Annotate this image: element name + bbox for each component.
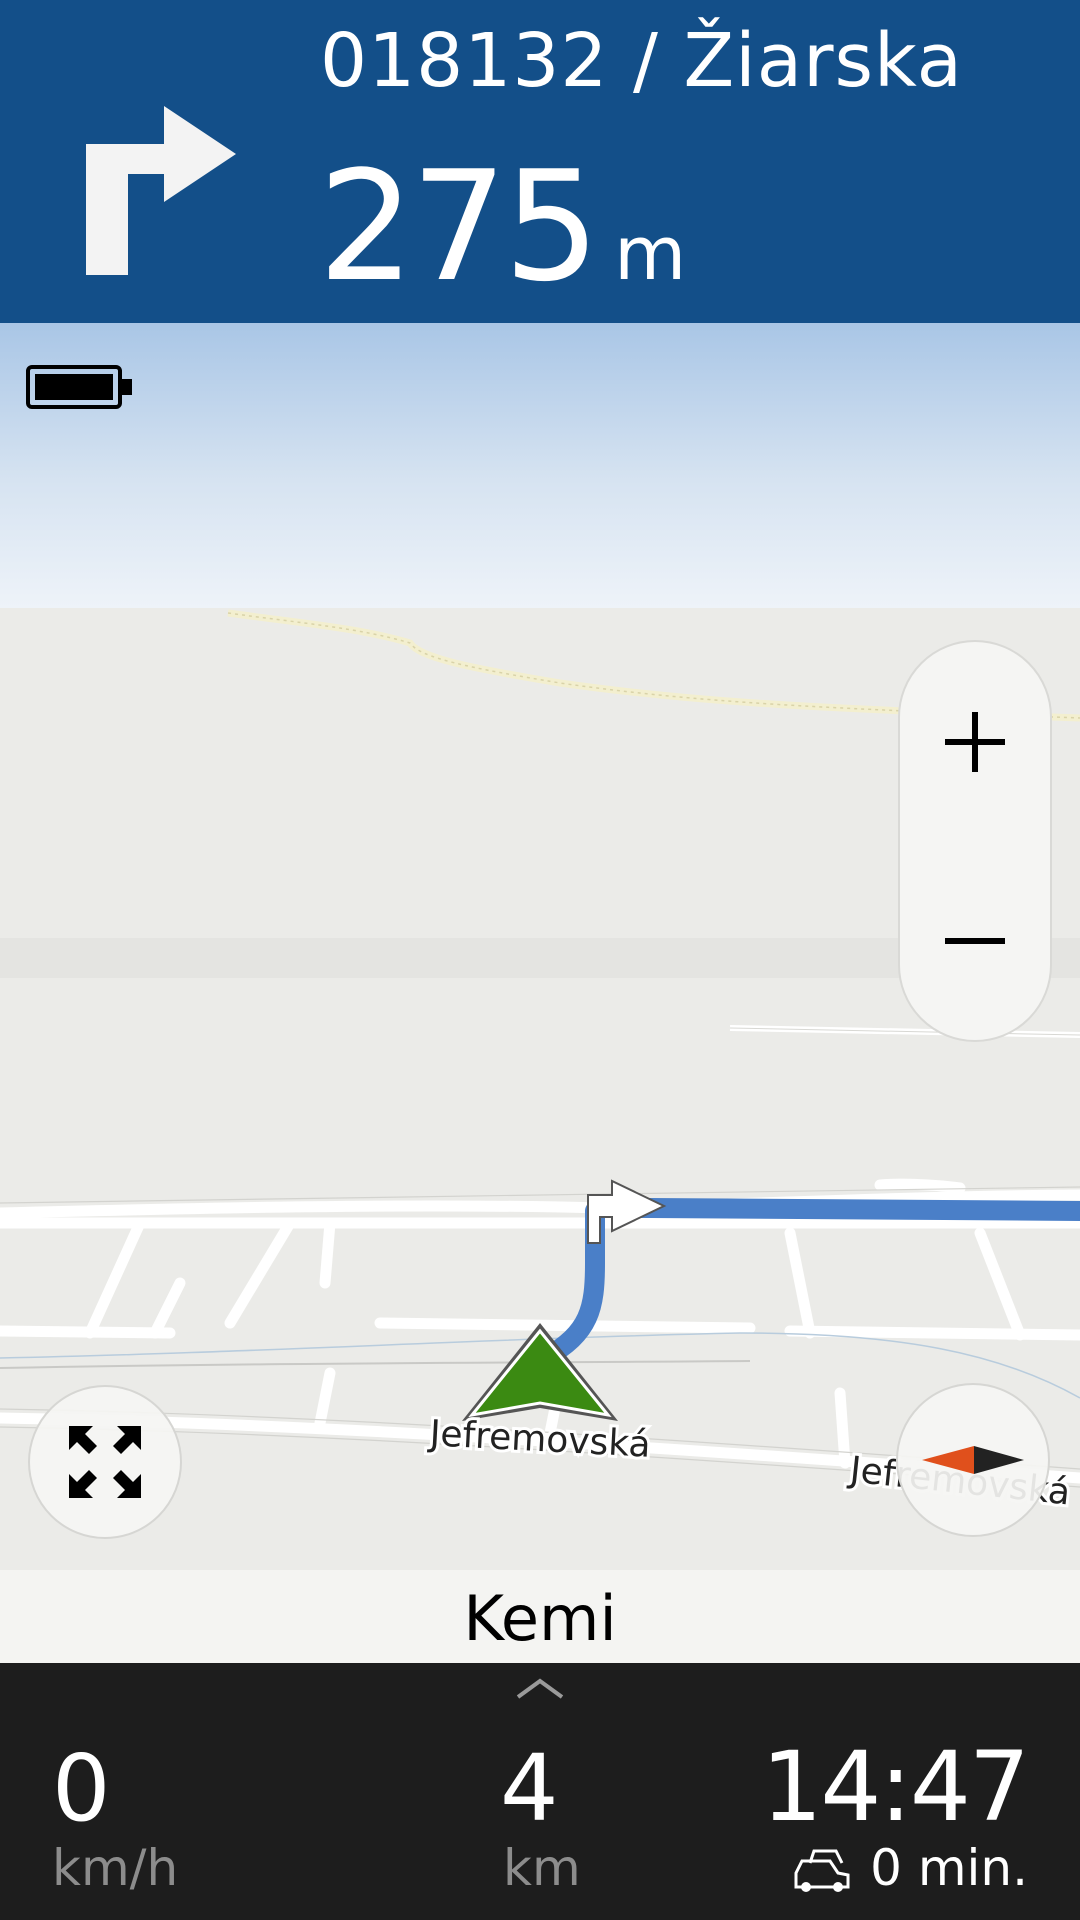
compass-button[interactable] — [896, 1383, 1050, 1537]
remaining-distance-value: 4 — [500, 1735, 559, 1842]
maneuver-flag-icon — [587, 1179, 667, 1244]
remaining-distance-unit: km — [503, 1839, 581, 1897]
trip-info-bar[interactable]: 0 km/h 4 km 14:47 0 min. — [0, 1663, 1080, 1920]
chevron-up-icon[interactable] — [514, 1677, 566, 1701]
plus-icon — [945, 711, 1005, 772]
arrival-time: 14:47 — [761, 1731, 1030, 1843]
distance-unit: m — [614, 211, 687, 297]
traffic-delay: 0 min. — [792, 1839, 1028, 1897]
minus-icon — [945, 937, 1005, 944]
turn-right-icon — [86, 106, 236, 275]
fullscreen-button[interactable] — [28, 1385, 182, 1539]
zoom-out-button[interactable] — [900, 841, 1050, 1040]
speed-unit: km/h — [52, 1839, 179, 1897]
traffic-cars-icon — [794, 1849, 850, 1892]
instruction-panel[interactable]: 018132 / Žiarska 275 m — [0, 0, 1080, 323]
street-label-main: Jefremovská — [427, 1413, 652, 1466]
battery-icon — [26, 365, 132, 409]
distance-value: 275 — [318, 138, 600, 315]
compass-icon — [922, 1446, 1024, 1474]
map-view[interactable]: Jefremovská Jefremovská — [0, 323, 1080, 1570]
zoom-control — [898, 640, 1052, 1042]
current-city: Kemi — [0, 1570, 1080, 1663]
traffic-delay-text: 0 min. — [870, 1839, 1028, 1897]
expand-arrows-icon — [69, 1426, 141, 1498]
zoom-in-button[interactable] — [900, 642, 1050, 841]
distance-to-turn: 275 m — [318, 138, 686, 315]
speed-value: 0 — [52, 1735, 111, 1842]
next-street-name: 018132 / Žiarska — [320, 18, 963, 104]
